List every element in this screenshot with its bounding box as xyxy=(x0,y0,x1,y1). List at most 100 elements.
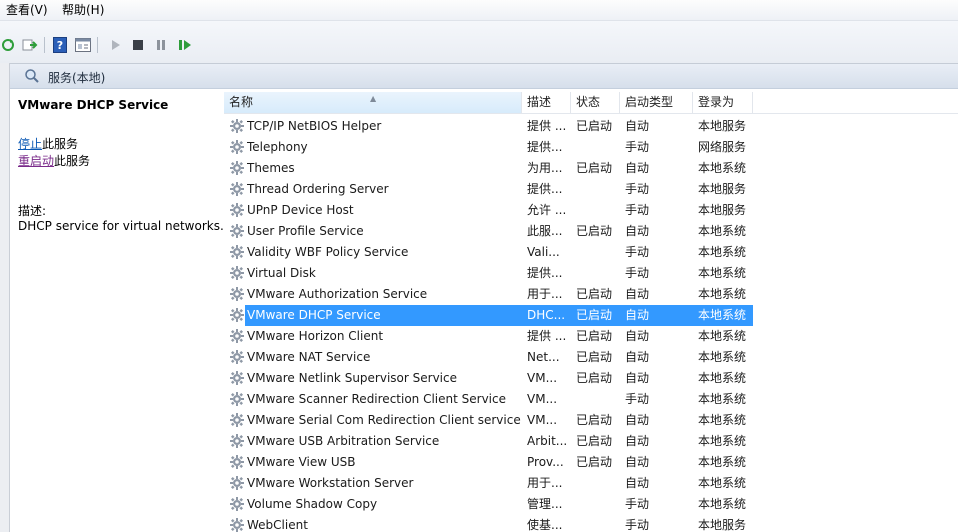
gear-icon xyxy=(230,413,244,427)
service-status: 已启动 xyxy=(576,434,613,448)
service-startup-type: 自动 xyxy=(625,119,650,133)
gear-icon xyxy=(230,518,244,532)
service-startup-type: 自动 xyxy=(625,350,650,364)
gear-icon xyxy=(230,434,244,448)
table-row[interactable]: WebClient 使基... 手动 本地服务 xyxy=(224,515,958,532)
gear-icon xyxy=(230,266,244,280)
service-description: 提供 ... xyxy=(527,119,567,133)
table-row[interactable]: VMware Workstation Server 用于... 自动 本地系统 xyxy=(224,473,958,494)
services-table: ▲ 名称 描述 状态 启动类型 登录为 TCP/IP NetBIOS Helpe… xyxy=(224,89,958,532)
service-description: 提供... xyxy=(527,182,563,196)
gear-icon xyxy=(230,308,244,322)
service-description: 为用... xyxy=(527,161,563,175)
service-name: UPnP Device Host xyxy=(247,203,354,217)
service-logon-as: 本地系统 xyxy=(698,392,747,406)
export-icon[interactable] xyxy=(22,37,38,53)
table-row[interactable]: VMware DHCP Service DHC... 已启动 自动 本地系统 xyxy=(224,305,958,326)
gear-icon xyxy=(230,497,244,511)
menu-help[interactable]: 帮助(H) xyxy=(62,2,104,18)
table-row[interactable]: VMware NAT Service Net... 已启动 自动 本地系统 xyxy=(224,347,958,368)
properties-icon[interactable] xyxy=(75,37,91,53)
service-name: VMware Scanner Redirection Client Servic… xyxy=(247,392,506,406)
table-row[interactable]: VMware Scanner Redirection Client Servic… xyxy=(224,389,958,410)
resume-icon[interactable] xyxy=(177,37,193,53)
refresh-icon[interactable] xyxy=(0,37,16,53)
table-row[interactable]: Telephony 提供... 手动 网络服务 xyxy=(224,137,958,158)
service-description: 此服... xyxy=(527,224,563,238)
search-icon xyxy=(24,68,40,84)
service-name: TCP/IP NetBIOS Helper xyxy=(247,119,382,133)
gear-icon xyxy=(230,161,244,175)
panel-title: 服务(本地) xyxy=(48,71,106,85)
start-icon[interactable] xyxy=(108,37,124,53)
stop-icon[interactable] xyxy=(130,37,146,53)
table-row[interactable]: Thread Ordering Server 提供... 手动 本地服务 xyxy=(224,179,958,200)
gear-icon xyxy=(230,329,244,343)
column-header-startup-type[interactable]: 启动类型 xyxy=(620,92,693,113)
service-startup-type: 自动 xyxy=(625,308,650,322)
service-startup-type: 自动 xyxy=(625,371,650,385)
table-row[interactable]: Validity WBF Policy Service Vali... 手动 本地系统 xyxy=(224,242,958,263)
service-status xyxy=(576,263,622,284)
service-description: VM... xyxy=(527,392,558,406)
pause-icon[interactable] xyxy=(153,37,169,53)
service-name: VMware USB Arbitration Service xyxy=(247,434,440,448)
service-status: 已启动 xyxy=(576,161,613,175)
service-status: 已启动 xyxy=(576,371,613,385)
service-name: Validity WBF Policy Service xyxy=(247,245,409,259)
service-logon-as: 本地系统 xyxy=(698,224,747,238)
toolbar: ? xyxy=(0,21,958,64)
service-name: VMware Netlink Supervisor Service xyxy=(247,371,457,385)
help-icon[interactable]: ? xyxy=(52,37,68,53)
service-status: 已启动 xyxy=(576,119,613,133)
table-row[interactable]: VMware View USB Prov... 已启动 自动 本地系统 xyxy=(224,452,958,473)
service-status: 已启动 xyxy=(576,350,613,364)
menu-view[interactable]: 查看(V) xyxy=(6,2,48,18)
table-row[interactable]: VMware Authorization Service 用于... 已启动 自动 本地… xyxy=(224,284,958,305)
service-name: VMware View USB xyxy=(247,455,356,469)
service-startup-type: 手动 xyxy=(625,182,650,196)
service-status: 已启动 xyxy=(576,455,613,469)
table-row[interactable]: VMware Horizon Client 提供 ... 已启动 自动 本地系统 xyxy=(224,326,958,347)
column-header-logon-as[interactable]: 登录为 xyxy=(693,92,753,113)
service-status: 已启动 xyxy=(576,413,613,427)
service-name: User Profile Service xyxy=(247,224,364,238)
table-row[interactable]: Virtual Disk 提供... 手动 本地系统 xyxy=(224,263,958,284)
table-row[interactable]: VMware Serial Com Redirection Client ser… xyxy=(224,410,958,431)
service-description: 提供... xyxy=(527,266,563,280)
service-startup-type: 自动 xyxy=(625,329,650,343)
table-row[interactable]: TCP/IP NetBIOS Helper 提供 ... 已启动 自动 本地服务 xyxy=(224,116,958,137)
sort-ascending-icon: ▲ xyxy=(370,94,377,103)
service-name: VMware DHCP Service xyxy=(247,308,381,322)
service-logon-as: 本地系统 xyxy=(698,476,747,490)
service-startup-type: 手动 xyxy=(625,392,650,406)
service-name: Virtual Disk xyxy=(247,266,316,280)
service-name: WebClient xyxy=(247,518,308,532)
service-description: 提供... xyxy=(527,140,563,154)
description-text: DHCP service for virtual networks. xyxy=(18,219,224,233)
toolbar-separator xyxy=(97,37,98,53)
restart-service-link[interactable]: 重启动 xyxy=(18,154,54,168)
table-row[interactable]: Volume Shadow Copy 管理... 手动 本地系统 xyxy=(224,494,958,515)
table-row[interactable]: VMware USB Arbitration Service Arbit... 已启… xyxy=(224,431,958,452)
service-description: Vali... xyxy=(527,245,560,259)
table-row[interactable]: VMware Netlink Supervisor Service VM... 已启… xyxy=(224,368,958,389)
restart-action: 重启动此服务 xyxy=(18,152,90,169)
column-header-status[interactable]: 状态 xyxy=(571,92,620,113)
table-row[interactable]: Themes 为用... 已启动 自动 本地系统 xyxy=(224,158,958,179)
table-row[interactable]: UPnP Device Host 允许 ... 手动 本地服务 xyxy=(224,200,958,221)
service-description: Prov... xyxy=(527,455,564,469)
gear-icon xyxy=(230,119,244,133)
column-header-description[interactable]: 描述 xyxy=(522,92,571,113)
service-logon-as: 本地服务 xyxy=(698,518,747,532)
table-row[interactable]: User Profile Service 此服... 已启动 自动 本地系统 xyxy=(224,221,958,242)
service-description: Arbit... xyxy=(527,434,568,448)
svg-text:?: ? xyxy=(57,39,63,52)
service-name: Telephony xyxy=(247,140,308,154)
gear-icon xyxy=(230,350,244,364)
column-header-name[interactable]: ▲ 名称 xyxy=(224,92,522,113)
service-logon-as: 本地服务 xyxy=(698,182,747,196)
stop-service-link[interactable]: 停止 xyxy=(18,137,42,151)
service-description: Net... xyxy=(527,350,560,364)
service-startup-type: 自动 xyxy=(625,413,650,427)
